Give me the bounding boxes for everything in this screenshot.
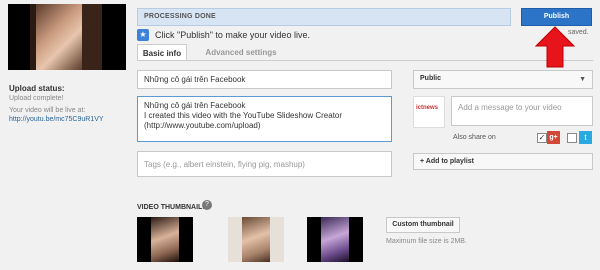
- upload-complete-text: Upload complete!: [9, 95, 64, 102]
- thumbnail-option[interactable]: [307, 217, 363, 262]
- twitter-share-checkbox[interactable]: [567, 133, 577, 143]
- max-file-size-note: Maximum file size is 2MB.: [386, 238, 467, 245]
- video-thumbnails-label: VIDEO THUMBNAILS: [137, 204, 207, 211]
- live-at-label: Your video will be live at:: [9, 107, 86, 114]
- privacy-select[interactable]: Public ▼: [413, 70, 593, 89]
- add-to-playlist-button[interactable]: + Add to playlist: [413, 153, 593, 170]
- twitter-icon: t: [579, 131, 592, 144]
- title-input[interactable]: Những cô gái trên Facebook: [137, 70, 392, 89]
- also-share-label: Also share on: [453, 134, 496, 141]
- processing-status-text: PROCESSING DONE: [144, 13, 216, 20]
- avatar-logo-text: ictnews: [416, 105, 439, 111]
- description-textarea[interactable]: Những cô gái trên Facebook I created thi…: [137, 96, 392, 142]
- thumbnail-image: [321, 217, 349, 262]
- preview-image-part: [82, 4, 102, 70]
- privacy-value: Public: [420, 75, 442, 82]
- thumbnail-image: [151, 217, 179, 262]
- chevron-down-icon: ▼: [579, 76, 586, 83]
- arrow-up-icon: [535, 26, 575, 68]
- upload-status-label: Upload status:: [9, 84, 65, 93]
- tab-basic-info[interactable]: Basic info: [137, 44, 187, 61]
- processing-status-bar: PROCESSING DONE: [137, 8, 511, 26]
- custom-thumbnail-button[interactable]: Custom thumbnail: [386, 217, 460, 233]
- video-preview[interactable]: [8, 4, 126, 70]
- publish-notice: Click "Publish" to make your video live.: [155, 30, 310, 40]
- thumbnail-option[interactable]: [137, 217, 193, 262]
- star-icon: ★: [137, 29, 149, 41]
- share-message-input[interactable]: Add a message to your video: [451, 96, 593, 126]
- publish-button[interactable]: Publish: [521, 8, 592, 26]
- tab-divider: [137, 60, 593, 61]
- help-icon[interactable]: ?: [202, 200, 212, 210]
- tags-input[interactable]: Tags (e.g., albert einstein, flying pig,…: [137, 151, 392, 177]
- thumbnail-image: [242, 217, 270, 262]
- video-url-link[interactable]: http://youtu.be/mc75C9uR1VY: [9, 116, 104, 123]
- thumbnail-option[interactable]: [228, 217, 284, 262]
- gplus-share-checkbox[interactable]: ✓: [537, 133, 547, 143]
- tab-advanced-settings[interactable]: Advanced settings: [202, 44, 280, 61]
- channel-avatar: ictnews: [413, 96, 445, 128]
- gplus-icon: g+: [547, 131, 560, 144]
